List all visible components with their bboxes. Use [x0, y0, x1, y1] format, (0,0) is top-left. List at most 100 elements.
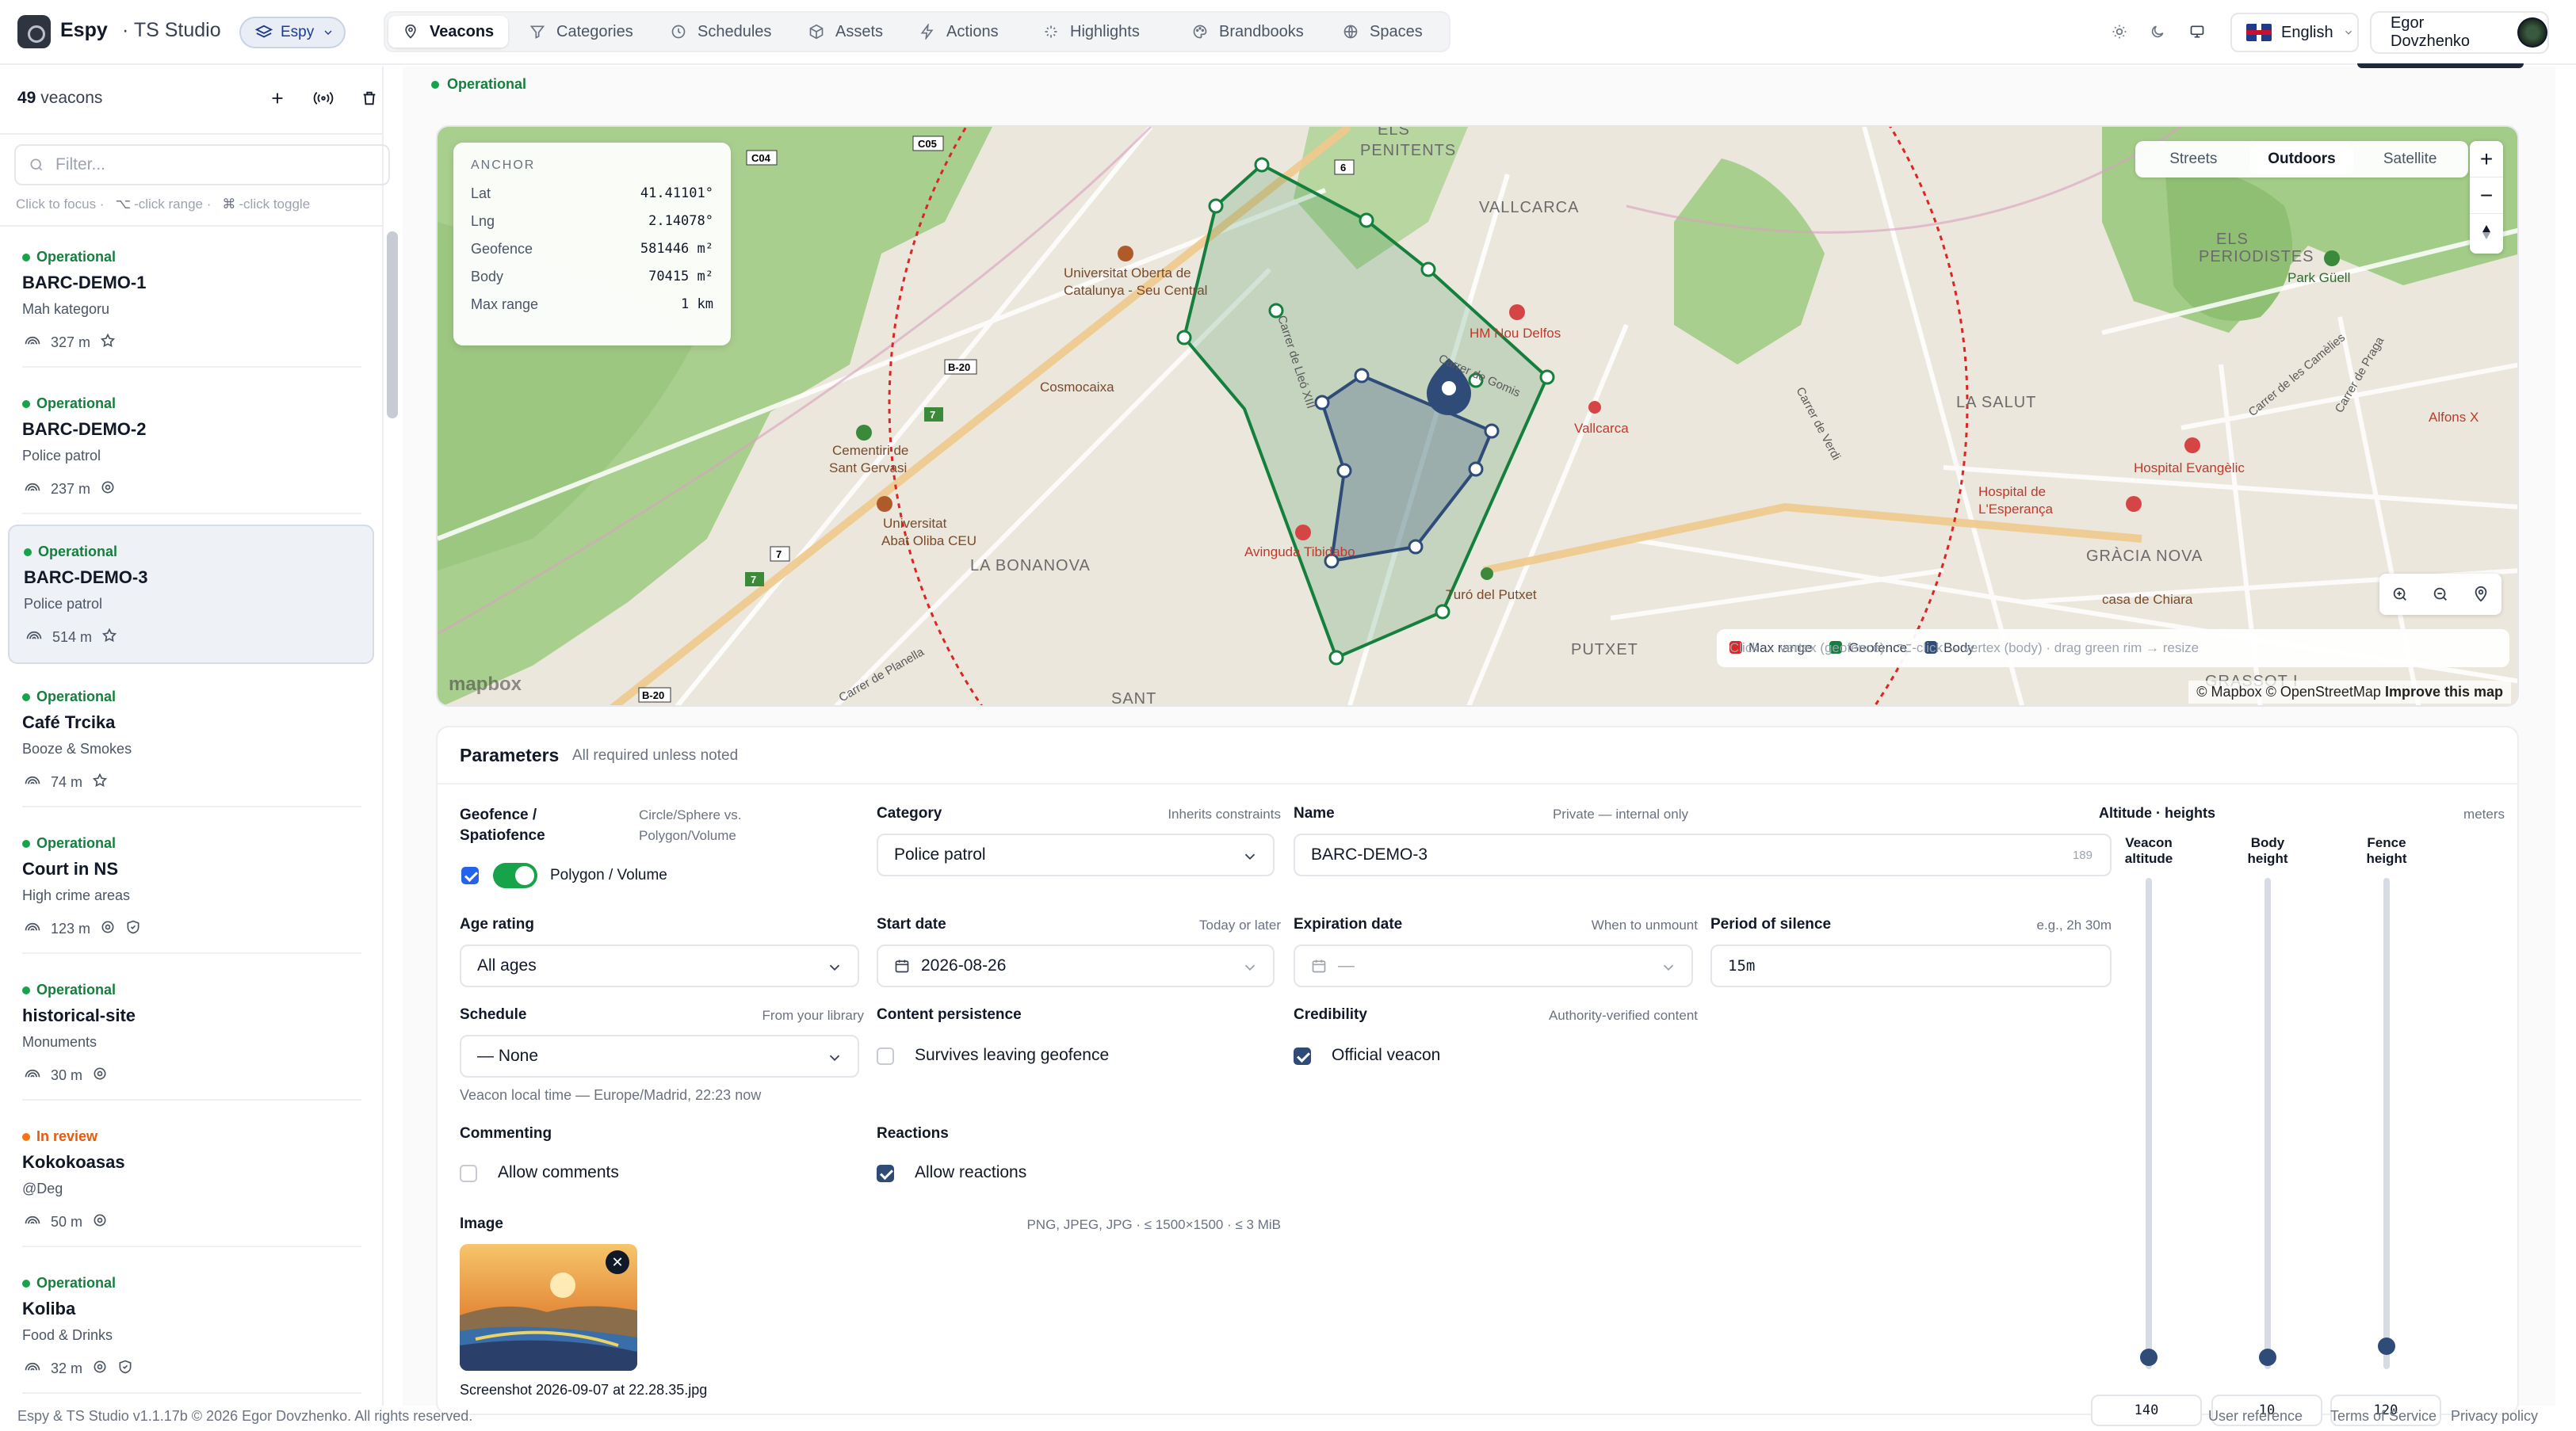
- style-streets[interactable]: Streets: [2142, 144, 2245, 174]
- svg-text:7: 7: [776, 548, 782, 560]
- list-item[interactable]: Operational BARC-DEMO-3 Police patrol 514 m: [8, 525, 374, 664]
- anchor-row-body: Body 70415 m²: [471, 269, 713, 284]
- target-icon[interactable]: [92, 1212, 108, 1232]
- veacon-meta: 327 m: [24, 333, 116, 353]
- broadcast-button[interactable]: [311, 86, 336, 111]
- calendar-icon: [895, 960, 909, 973]
- avatar: [2517, 17, 2547, 48]
- list-item[interactable]: In review Kokokoasas @Deg 50 m: [8, 1111, 374, 1250]
- veacon-altitude-slider[interactable]: [2146, 878, 2152, 1369]
- map-canvas[interactable]: ELSPENITENTS VALLCARCA ELSPERIODISTES LA…: [438, 127, 2519, 707]
- save-button-edge[interactable]: [2357, 63, 2524, 68]
- list-item[interactable]: Operational BARC-DEMO-2 Police patrol 237 m: [8, 378, 374, 517]
- anchor-row-max-range: Max range 1 km: [471, 296, 713, 312]
- recenter-pin-icon[interactable]: [2472, 586, 2490, 603]
- nav-label: Highlights: [1070, 22, 1140, 40]
- remove-image-button[interactable]: ✕: [606, 1250, 629, 1274]
- style-outdoors[interactable]: Outdoors: [2249, 144, 2354, 174]
- nav-spaces[interactable]: Spaces: [1328, 16, 1437, 48]
- veacon-meta: 50 m: [24, 1212, 108, 1232]
- mapbox-logo[interactable]: mapbox: [449, 674, 522, 696]
- polygon-volume-toggle[interactable]: [493, 863, 537, 888]
- system-theme-button[interactable]: [2183, 17, 2211, 46]
- list-item[interactable]: Operational Café Trcika Booze & Smokes 74 m: [8, 671, 374, 811]
- svg-text:Turó del Putxet: Turó del Putxet: [1446, 587, 1537, 602]
- filter-input[interactable]: Filter...: [14, 144, 390, 185]
- list-item[interactable]: Operational historical-site Monuments 30 m: [8, 964, 374, 1104]
- zoom-in-button[interactable]: +: [2470, 141, 2503, 177]
- silence-input[interactable]: 15m: [1710, 944, 2112, 987]
- nav-label: Veacons: [430, 22, 495, 40]
- light-mode-button[interactable]: [2105, 17, 2134, 46]
- persistence-option: Survives leaving geofence: [915, 1046, 1110, 1064]
- sparkle-icon: [1045, 25, 1057, 38]
- target-icon[interactable]: [100, 919, 116, 939]
- chevron-down-icon: [1663, 964, 1674, 971]
- target-icon[interactable]: [100, 479, 116, 499]
- espy-logo[interactable]: [17, 15, 51, 48]
- reactions-checkbox[interactable]: [877, 1165, 894, 1182]
- target-icon[interactable]: [92, 1359, 108, 1379]
- zoom-out-search-icon[interactable]: [2432, 586, 2449, 603]
- shield-check-icon: [125, 919, 141, 939]
- nav-actions[interactable]: Actions: [905, 16, 1013, 48]
- start-date-picker[interactable]: 2026-08-26: [877, 944, 1275, 987]
- nav-label: Schedules: [698, 22, 772, 40]
- category-select[interactable]: Police patrol: [877, 834, 1275, 876]
- star-icon[interactable]: [100, 333, 116, 353]
- main-nav: Veacons Categories Schedules Assets Acti…: [384, 11, 1450, 52]
- nav-veacons[interactable]: Veacons: [388, 16, 509, 48]
- footer-terms[interactable]: Terms of Service: [2330, 1408, 2436, 1425]
- expiration-date-label: Expiration date: [1294, 916, 1403, 933]
- veacon-altitude-input[interactable]: 140: [2091, 1395, 2202, 1426]
- geofence-checkbox[interactable]: [461, 867, 479, 884]
- language-select[interactable]: English: [2230, 13, 2359, 52]
- dark-mode-button[interactable]: [2143, 17, 2172, 46]
- reactions-option: Allow reactions: [915, 1163, 1027, 1181]
- target-icon[interactable]: [92, 1066, 108, 1086]
- veacon-altitude-knob[interactable]: [2140, 1349, 2157, 1366]
- expiration-date-picker[interactable]: —: [1294, 944, 1693, 987]
- zoom-out-button[interactable]: −: [2470, 177, 2503, 214]
- user-menu[interactable]: Egor Dovzhenko: [2370, 11, 2549, 54]
- footer-user-reference[interactable]: User reference: [2208, 1408, 2303, 1425]
- add-veacon-button[interactable]: [265, 86, 290, 111]
- name-hint: Private — internal only: [1552, 807, 1688, 822]
- fence-height-knob[interactable]: [2378, 1338, 2395, 1355]
- nav-brandbooks[interactable]: Brandbooks: [1178, 16, 1318, 48]
- list-item[interactable]: Operational BARC-DEMO-1 Mah kategoru 327 m: [8, 231, 374, 371]
- uk-flag-icon: [2246, 24, 2272, 41]
- veacon-name: Kokokoasas: [22, 1152, 125, 1172]
- delete-button[interactable]: [357, 86, 382, 111]
- body-height-knob[interactable]: [2259, 1349, 2276, 1366]
- nav-assets[interactable]: Assets: [794, 16, 897, 48]
- svg-text:Sant Gervasi: Sant Gervasi: [829, 460, 907, 475]
- name-input[interactable]: BARC-DEMO-3 189: [1294, 834, 2112, 876]
- style-satellite[interactable]: Satellite: [2358, 144, 2462, 174]
- fence-height-slider[interactable]: [2383, 878, 2390, 1369]
- comments-checkbox[interactable]: [460, 1165, 477, 1182]
- nav-label: Assets: [835, 22, 884, 40]
- improve-map-link[interactable]: Improve this map: [2385, 684, 2503, 700]
- credibility-checkbox[interactable]: [1294, 1047, 1311, 1065]
- star-icon[interactable]: [101, 628, 117, 647]
- body-height-slider[interactable]: [2265, 878, 2271, 1369]
- map[interactable]: ELS PENITENTS VALLCARCA ELS PERIODISTES LA…: [436, 125, 2519, 707]
- compass-button[interactable]: [2470, 214, 2503, 250]
- nav-highlights[interactable]: Highlights: [1029, 16, 1154, 48]
- age-rating-select[interactable]: All ages: [460, 944, 859, 987]
- persistence-checkbox[interactable]: [877, 1047, 894, 1065]
- org-switcher[interactable]: Espy: [239, 17, 346, 48]
- nav-categories[interactable]: Categories: [515, 16, 648, 48]
- schedule-select[interactable]: — None: [460, 1035, 859, 1078]
- zoom-in-search-icon[interactable]: [2391, 586, 2409, 603]
- footer-privacy[interactable]: Privacy policy: [2451, 1408, 2538, 1425]
- divider: [22, 1392, 361, 1394]
- sidebar-scrollbar[interactable]: [387, 231, 398, 418]
- veacon-category: Monuments: [22, 1034, 97, 1050]
- star-icon[interactable]: [92, 773, 108, 792]
- nav-schedules[interactable]: Schedules: [656, 16, 785, 48]
- svg-text:C05: C05: [918, 138, 937, 150]
- list-item[interactable]: Operational Koliba Food & Drinks 32 m: [8, 1257, 374, 1396]
- list-item[interactable]: Operational Court in NS High crime areas 12…: [8, 818, 374, 957]
